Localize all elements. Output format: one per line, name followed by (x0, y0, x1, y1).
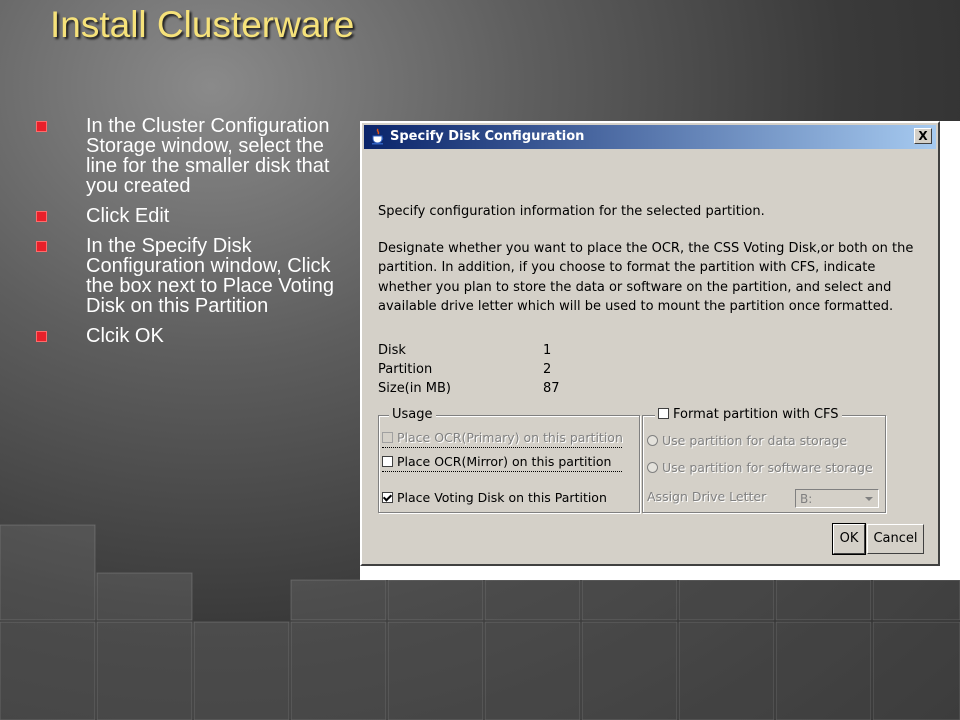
focus-divider (382, 471, 622, 472)
software-storage-label: Use partition for software storage (662, 460, 873, 475)
close-button[interactable]: X (914, 128, 932, 144)
bullet-square-icon (36, 121, 47, 132)
bullet-square-icon (36, 211, 47, 222)
chevron-down-icon (865, 497, 873, 501)
slide-title: Install Clusterware (50, 4, 355, 45)
dialog-titlebar[interactable]: Specify Disk Configuration X (364, 125, 936, 149)
ocr-primary-option[interactable]: Place OCR(Primary) on this partition (382, 430, 623, 445)
size-value: 87 (543, 381, 560, 396)
format-cfs-label: Format partition with CFS (673, 407, 839, 422)
voting-disk-label: Place Voting Disk on this Partition (397, 490, 607, 505)
disk-label: Disk (378, 343, 406, 358)
drive-letter-value: B: (800, 492, 813, 506)
software-storage-option[interactable]: Use partition for software storage (647, 460, 873, 475)
bullet-item: Clcik OK (34, 326, 344, 346)
bullet-item: In the Specify Disk Configuration window… (34, 236, 344, 316)
disk-config-dialog: Specify Disk Configuration X Specify con… (360, 121, 940, 566)
drive-letter-label: Assign Drive Letter (647, 489, 767, 504)
java-cup-icon (372, 128, 384, 145)
ocr-primary-label: Place OCR(Primary) on this partition (397, 430, 623, 445)
ocr-mirror-checkbox[interactable] (382, 456, 393, 467)
format-option[interactable]: Format partition with CFS (655, 407, 842, 422)
data-storage-radio[interactable] (647, 435, 658, 446)
drive-letter-select[interactable]: B: (795, 489, 879, 508)
bullet-text: In the Cluster Configuration Storage win… (86, 115, 330, 197)
bullet-item: In the Cluster Configuration Storage win… (34, 116, 344, 196)
voting-disk-checkbox[interactable] (382, 492, 393, 503)
bullet-square-icon (36, 331, 47, 342)
software-storage-radio[interactable] (647, 462, 658, 473)
data-storage-option[interactable]: Use partition for data storage (647, 433, 847, 448)
ocr-primary-checkbox[interactable] (382, 432, 393, 443)
size-label: Size(in MB) (378, 381, 451, 396)
partition-label: Partition (378, 362, 433, 377)
focus-divider (382, 447, 622, 448)
bullet-text: In the Specify Disk Configuration window… (86, 235, 334, 317)
disk-value: 1 (543, 343, 552, 358)
dialog-title: Specify Disk Configuration (390, 129, 585, 144)
bullet-text: Click Edit (86, 205, 170, 227)
format-cfs-checkbox[interactable] (658, 408, 669, 419)
ocr-mirror-label: Place OCR(Mirror) on this partition (397, 454, 612, 469)
data-storage-label: Use partition for data storage (662, 433, 848, 448)
format-group: Format partition with CFS Use partition … (642, 407, 886, 513)
ocr-mirror-option[interactable]: Place OCR(Mirror) on this partition (382, 454, 611, 469)
usage-legend: Usage (389, 407, 436, 422)
ok-button[interactable]: OK (832, 523, 866, 555)
bullet-square-icon (36, 241, 47, 252)
voting-disk-option[interactable]: Place Voting Disk on this Partition (382, 490, 607, 505)
description-text: Designate whether you want to place the … (378, 241, 914, 315)
bullet-list: In the Cluster Configuration Storage win… (34, 116, 344, 356)
bullet-item: Click Edit (34, 206, 344, 226)
cancel-button[interactable]: Cancel (867, 524, 924, 554)
usage-group: Usage Place OCR(Primary) on this partiti… (378, 407, 640, 513)
partition-value: 2 (543, 362, 552, 377)
intro-text: Specify configuration information for th… (378, 204, 765, 219)
bullet-text: Clcik OK (86, 325, 164, 347)
screenshot-frame: Specify Disk Configuration X Specify con… (360, 121, 960, 580)
